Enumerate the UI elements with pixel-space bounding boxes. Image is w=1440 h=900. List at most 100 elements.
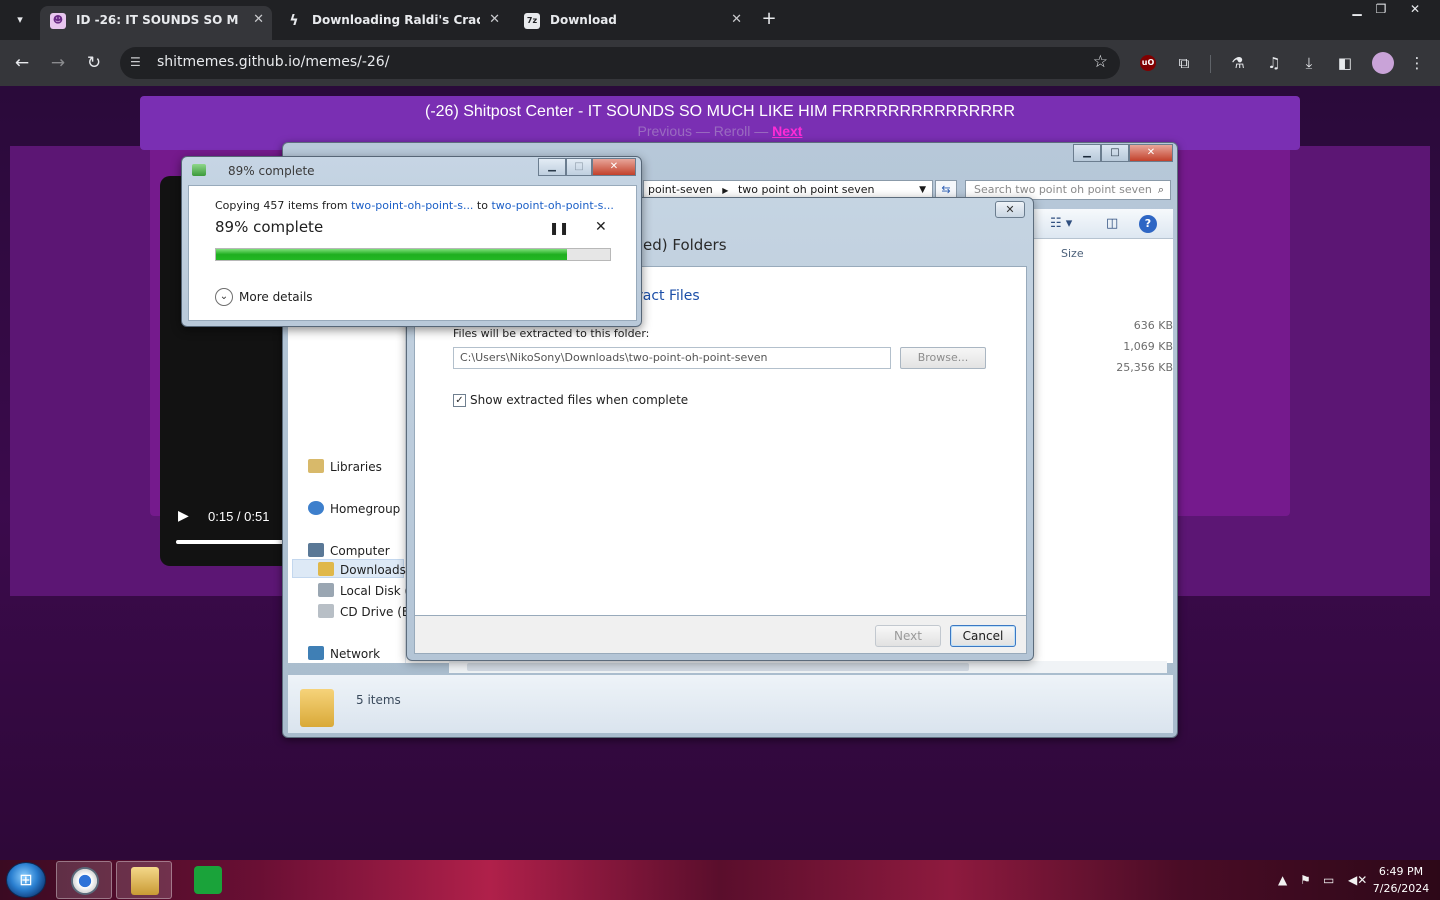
copy-maximize-icon: □ [566,158,592,176]
copy-dialog-title: 89% complete [228,164,315,178]
tab-title: Download [550,13,617,27]
tab-search-chevron-icon[interactable]: ▾ [8,8,32,32]
show-files-checkbox[interactable]: ✓ [453,394,466,407]
next-button[interactable]: Next [875,625,941,647]
nav-homegroup[interactable]: Homegroup [308,501,400,516]
tab-title: Downloading Raldi's Crackhou [312,13,480,27]
taskbar-explorer[interactable] [116,861,172,899]
tab-close-icon[interactable]: ✕ [489,6,500,34]
help-icon[interactable]: ? [1139,215,1157,233]
tab-meme[interactable]: ☻ ID -26: IT SOUNDS SO MUCH L ✕ [40,6,272,40]
restore-icon[interactable]: ❐ [1368,0,1394,18]
labs-flask-icon[interactable]: ⚗ [1227,52,1249,74]
ublock-extension-icon[interactable]: uO [1140,55,1156,71]
reroll-link[interactable]: Reroll [714,123,751,139]
next-link[interactable]: Next [772,123,802,139]
view-options-icon[interactable]: ☷ ▾ [1050,216,1072,231]
show-files-label[interactable]: Show extracted files when complete [470,393,688,407]
action-center-flag-icon[interactable]: ⚑ [1300,873,1311,887]
page-title: (-26) Shitpost Center - IT SOUNDS SO MUC… [425,103,1015,120]
more-menu-icon[interactable]: ⋮ [1406,52,1428,74]
browse-button[interactable]: Browse... [900,347,986,369]
search-icon: ⌕ [1157,183,1164,196]
tab-close-icon[interactable]: ✕ [731,6,742,34]
breadcrumb-prev[interactable]: point-seven [648,183,713,196]
tab-raldi-download[interactable]: ϟ Downloading Raldi's Crackhou ✕ [276,6,508,40]
wizard-close-icon[interactable]: ✕ [995,201,1025,218]
volume-muted-icon[interactable]: ◀✕ [1348,873,1367,887]
taskbar-chrome[interactable] [56,861,112,899]
show-hidden-icons-icon[interactable]: ▲ [1278,873,1287,887]
nav-downloads[interactable]: Downloads [318,562,406,577]
nav-cd-drive[interactable]: CD Drive (E:) [318,604,418,619]
previous-link[interactable]: Previous [638,123,692,139]
more-details-chevron-icon[interactable]: ⌄ [215,288,233,306]
start-button[interactable]: ⊞ [6,862,46,898]
downloads-icon[interactable]: ⤓ [1298,52,1320,74]
explorer-minimize-icon[interactable]: ▁ [1073,144,1101,162]
media-controls-icon[interactable]: ♫ [1263,52,1285,74]
copy-minimize-icon[interactable]: ▁ [538,158,566,176]
minimize-icon[interactable]: ▁ [1344,0,1370,18]
tab-download[interactable]: 7z Download ✕ [514,6,750,40]
network-tray-icon[interactable]: ▭ [1323,873,1334,887]
breadcrumb-current[interactable]: two point oh point seven [738,183,875,196]
video-time: 0:15 / 0:51 [208,509,270,524]
more-details-toggle[interactable]: More details [239,290,313,304]
site-settings-icon[interactable]: ☰ [130,55,144,69]
back-arrow-icon[interactable]: ← [10,51,34,75]
scrollbar-thumb[interactable] [467,663,969,671]
search-placeholder: Search two point oh point seven [974,183,1152,196]
windows-taskbar: ⊞ [0,860,1440,900]
tab-close-icon[interactable]: ✕ [253,6,264,34]
browser-toolbar: ← → ↻ ☰ shitmemes.github.io/memes/-26/ ☆… [0,40,1440,86]
copy-progress-dialog: 89% complete ▁ □ ✕ Copying 457 items fro… [181,156,642,327]
cancel-copy-icon[interactable]: ✕ [595,219,607,235]
size-column-header[interactable]: Size [1061,247,1084,260]
copy-dialog-body: Copying 457 items from two-point-oh-poin… [188,185,637,321]
new-tab-plus-icon[interactable]: + [758,8,780,32]
profile-avatar[interactable] [1372,52,1394,74]
destination-folder-link[interactable]: two-point-oh-point-s... [491,199,613,212]
destination-path-input[interactable]: C:\Users\NikoSony\Downloads\two-point-oh… [453,347,891,369]
url-text: shitmemes.github.io/memes/-26/ [157,54,390,70]
clock-date[interactable]: 7/26/2024 [1366,882,1436,895]
bookmark-star-icon[interactable]: ☆ [1093,52,1108,72]
reload-icon[interactable]: ↻ [82,51,106,75]
downloads-folder-icon [318,562,334,576]
nav-libraries[interactable]: Libraries [308,459,382,474]
meme-nav: Previous — Reroll — Next [140,123,1300,139]
tab-title: ID -26: IT SOUNDS SO MUCH L [76,13,238,27]
breadcrumb-arrow-icon: ▶ [722,186,729,195]
details-pane: 5 items [288,675,1173,733]
item-count: 5 items [356,693,401,707]
copy-close-icon[interactable]: ✕ [592,158,636,176]
copy-percent-text: 89% complete [215,218,324,236]
horizontal-scrollbar[interactable] [449,661,1167,673]
address-bar[interactable]: ☰ shitmemes.github.io/memes/-26/ ☆ [120,47,1120,79]
source-folder-link[interactable]: two-point-oh-point-s... [351,199,473,212]
wizard-heading: ed) Folders [643,236,727,254]
folder-label: Files will be extracted to this folder: [453,327,650,340]
nav-computer[interactable]: Computer [308,543,390,558]
preview-pane-icon[interactable]: ◫ [1106,216,1118,231]
forward-arrow-icon[interactable]: → [46,51,70,75]
video-progress-bar[interactable] [176,540,286,544]
play-icon[interactable]: ▶ [178,508,189,524]
pause-icon[interactable]: ❚❚ [549,221,569,235]
meme-favicon-icon: ☻ [50,13,66,29]
clock-time[interactable]: 6:49 PM [1366,865,1436,878]
explorer-close-icon[interactable]: ✕ [1129,144,1173,162]
extensions-puzzle-icon[interactable]: ⧉ [1173,52,1195,74]
nav-local-disk[interactable]: Local Disk (C [318,583,418,598]
nav-network[interactable]: Network [308,646,380,661]
close-window-icon[interactable]: ✕ [1402,0,1428,18]
lightning-favicon-icon: ϟ [289,13,299,29]
copy-dialog-icon [192,164,206,176]
copy-progress-fill [216,249,567,260]
side-panel-icon[interactable]: ◧ [1334,52,1356,74]
explorer-maximize-icon[interactable]: □ [1101,144,1129,162]
cancel-button[interactable]: Cancel [950,625,1016,647]
taskbar-app-green[interactable] [180,861,236,899]
local-disk-icon [318,583,334,597]
